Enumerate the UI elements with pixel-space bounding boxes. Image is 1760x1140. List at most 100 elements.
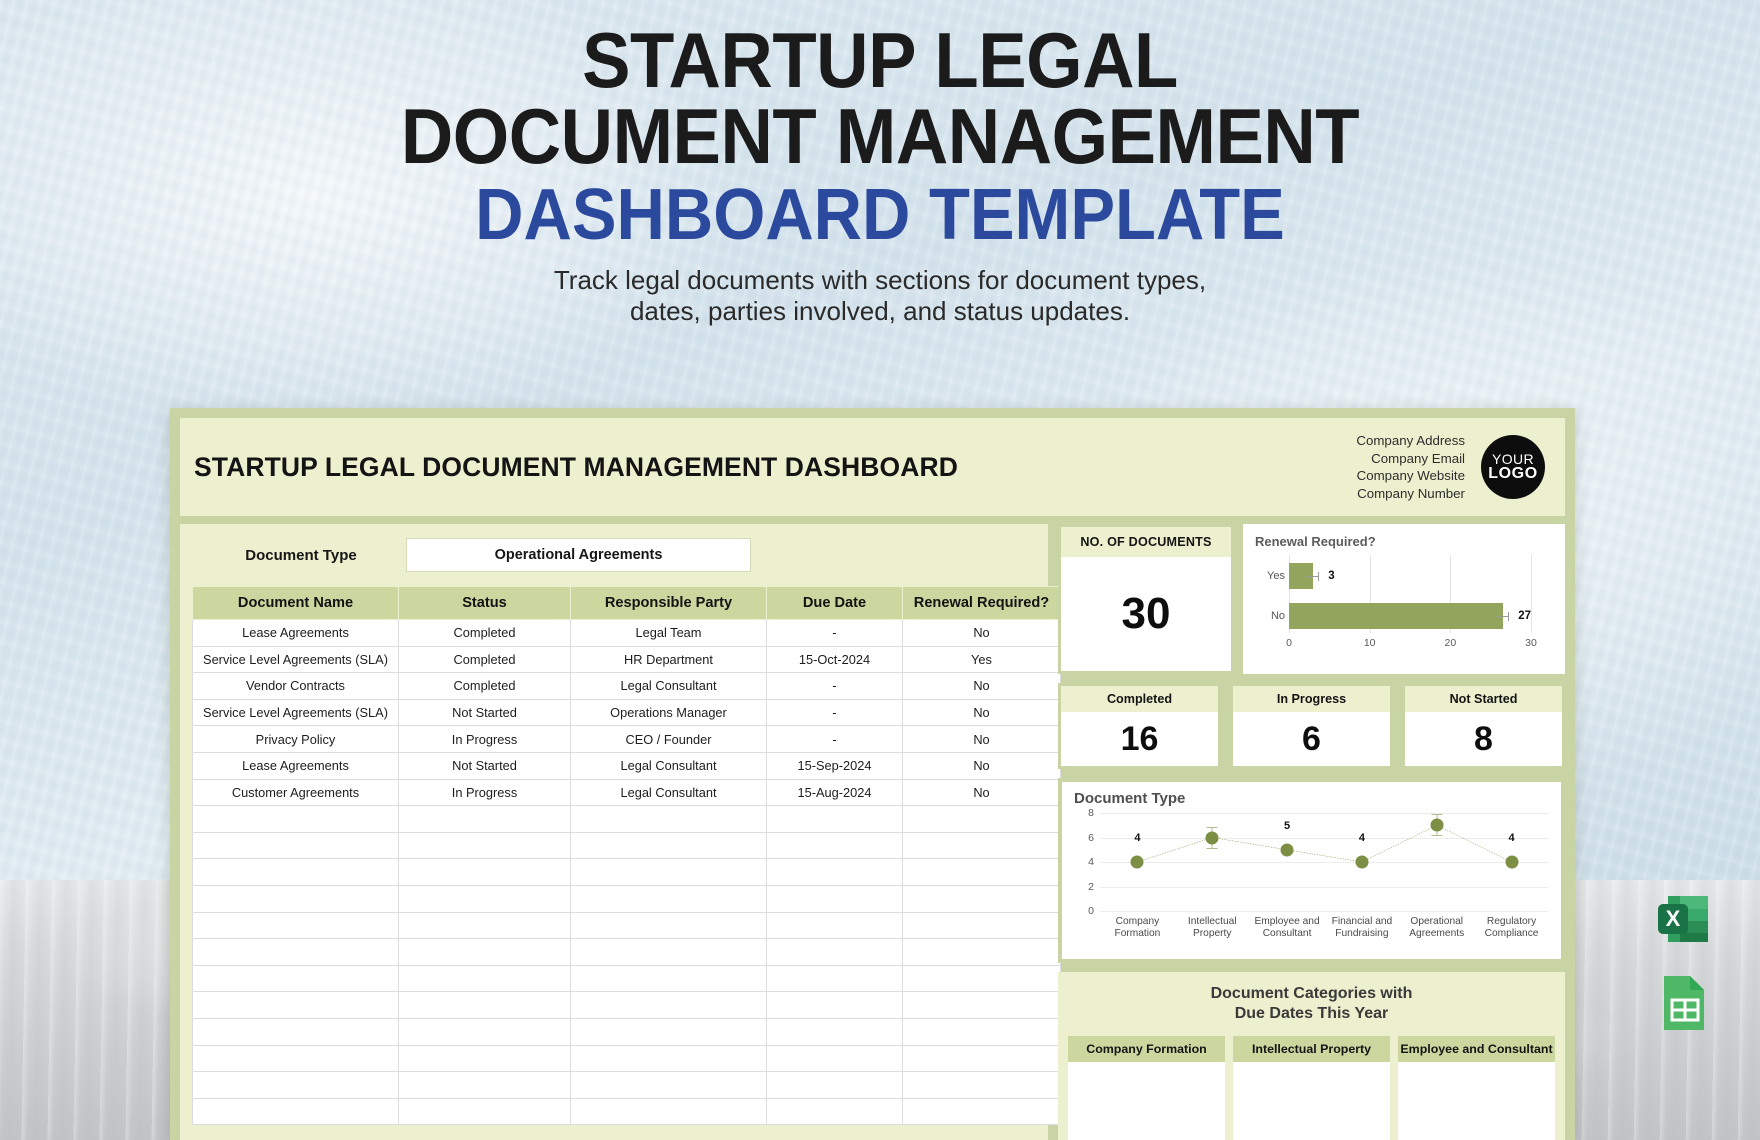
bar-ylabel: No	[1270, 610, 1285, 622]
categories-title-line2: Due Dates This Year	[1234, 1005, 1389, 1022]
documents-table: Document Name Status Responsible Party D…	[192, 586, 1061, 1126]
no-of-documents-card: NO. OF DOCUMENTS 30	[1058, 524, 1234, 674]
in-progress-card: In Progress 6	[1230, 683, 1393, 769]
poster-subtitle-line2: dates, parties involved, and status upda…	[629, 295, 1131, 326]
table-row-empty[interactable]	[192, 965, 1061, 993]
google-sheets-file-icon[interactable]	[1654, 972, 1716, 1034]
cell-due-date: -	[766, 672, 903, 700]
company-email: Company Email	[1371, 450, 1465, 466]
data-point-label: 4	[1134, 832, 1141, 844]
cell-empty	[398, 1098, 571, 1126]
not-started-label: Not Started	[1405, 686, 1562, 712]
cell-empty	[902, 832, 1061, 860]
table-row-empty[interactable]	[192, 885, 1061, 913]
bar-value-label: 3	[1328, 570, 1335, 582]
xtick-label: Financial and Fundraising	[1331, 916, 1393, 939]
cell-empty	[766, 991, 903, 1019]
table-row[interactable]: Service Level Agreements (SLA) Not Starte…	[192, 699, 1061, 727]
in-progress-value: 6	[1233, 712, 1390, 766]
cell-status: In Progress	[398, 725, 571, 753]
ytick-label: 0	[1088, 905, 1094, 917]
table-row-empty[interactable]	[192, 805, 1061, 833]
file-format-icons: X	[1654, 888, 1716, 1034]
completed-value: 16	[1061, 712, 1218, 766]
table-row-empty[interactable]	[192, 991, 1061, 1019]
category-header-employee-and-consultant: Employee and Consultant	[1398, 1036, 1555, 1062]
table-row[interactable]: Service Level Agreements (SLA) Completed H…	[192, 646, 1061, 674]
cell-empty	[570, 1018, 767, 1046]
document-type-chart-title: Document Type	[1074, 790, 1186, 807]
xtick-label: Intellectual Property	[1187, 916, 1237, 939]
table-row-empty[interactable]	[192, 1071, 1061, 1099]
table-header-due-date[interactable]: Due Date	[766, 586, 903, 620]
document-categories-title: Document Categories with Due Dates This …	[1068, 984, 1555, 1024]
document-categories-section: Document Categories with Due Dates This …	[1058, 972, 1565, 1140]
documents-panel: Document Type Operational Agreements Doc…	[180, 524, 1061, 1140]
cell-renewal-required: Yes	[902, 646, 1061, 674]
data-point	[1130, 855, 1144, 869]
table-row[interactable]: Vendor Contracts Completed Legal Consultan…	[192, 672, 1061, 700]
table-row[interactable]: Customer Agreements In Progress Legal Cons…	[192, 779, 1061, 807]
table-row[interactable]: Privacy Policy In Progress CEO / Founder - N…	[192, 725, 1061, 753]
table-row[interactable]: Lease Agreements Not Started Legal Consult…	[192, 752, 1061, 780]
cell-due-date: -	[766, 619, 903, 647]
table-header-renewal-required[interactable]: Renewal Required?	[902, 586, 1061, 620]
table-header-document-name[interactable]: Document Name	[192, 586, 399, 620]
table-header-status[interactable]: Status	[398, 586, 571, 620]
data-point-label: 4	[1508, 832, 1515, 844]
line-series-path	[1100, 813, 1549, 911]
cell-empty	[570, 991, 767, 1019]
cell-empty	[398, 1045, 571, 1073]
cell-empty	[398, 965, 571, 993]
excel-file-icon[interactable]: X	[1654, 888, 1716, 950]
cell-due-date: 15-Oct-2024	[766, 646, 903, 674]
table-row-empty[interactable]	[192, 912, 1061, 940]
category-column-intellectual-property: Intellectual Property	[1233, 1036, 1390, 1140]
cell-responsible-party: Legal Team	[570, 619, 767, 647]
cell-empty	[766, 938, 903, 966]
document-type-select[interactable]: Operational Agreements	[406, 538, 751, 572]
document-categories-columns: Company Formation Intellectual Property …	[1068, 1036, 1555, 1140]
cell-empty	[192, 805, 399, 833]
table-row-empty[interactable]	[192, 858, 1061, 886]
cell-empty	[766, 858, 903, 886]
ytick-label: 2	[1088, 880, 1094, 893]
cell-empty	[398, 912, 571, 940]
renewal-required-chart: Renewal Required? Yes 3 No 27 0 10 20 30	[1243, 524, 1565, 674]
category-body-employee-and-consultant	[1398, 1062, 1555, 1140]
cell-document-name: Service Level Agreements (SLA)	[192, 699, 399, 727]
table-row-empty[interactable]	[192, 1045, 1061, 1073]
renewal-chart-plot: Yes 3 No 27 0 10 20 30	[1267, 555, 1537, 649]
status-cards-row: Completed 16 In Progress 6 Not Started 8	[1058, 683, 1565, 769]
cell-due-date: -	[766, 699, 903, 727]
company-website: Company Website	[1356, 468, 1465, 483]
ytick-label: 6	[1088, 831, 1094, 844]
cell-empty	[570, 1071, 767, 1099]
table-row-empty[interactable]	[192, 832, 1061, 860]
documents-table-body: Lease Agreements Completed Legal Team - No Se…	[192, 619, 1061, 1126]
cell-empty	[766, 965, 903, 993]
cell-empty	[192, 965, 399, 993]
table-header-row: Document Name Status Responsible Party D…	[192, 586, 1061, 620]
not-started-card: Not Started 8	[1402, 683, 1565, 769]
table-row-empty[interactable]	[192, 938, 1061, 966]
cell-document-name: Customer Agreements	[192, 779, 399, 807]
poster-title-block: STARTUP LEGAL DOCUMENT MANAGEMENT DASHBO…	[0, 21, 1760, 326]
bar-ylabel: Yes	[1267, 570, 1285, 582]
dashboard-header: STARTUP LEGAL DOCUMENT MANAGEMENT DASHBO…	[180, 418, 1565, 516]
not-started-value: 8	[1405, 712, 1562, 766]
table-row[interactable]: Lease Agreements Completed Legal Team - No	[192, 619, 1061, 647]
table-header-responsible-party[interactable]: Responsible Party	[570, 586, 767, 620]
data-point	[1355, 855, 1369, 869]
data-point	[1280, 843, 1294, 857]
gridline	[1531, 555, 1532, 633]
cell-empty	[902, 912, 1061, 940]
renewal-chart-title: Renewal Required?	[1255, 534, 1376, 549]
category-body-intellectual-property	[1233, 1062, 1390, 1140]
cell-empty	[902, 991, 1061, 1019]
table-row-empty[interactable]	[192, 1018, 1061, 1046]
category-column-company-formation: Company Formation	[1068, 1036, 1225, 1140]
table-row-empty[interactable]	[192, 1098, 1061, 1126]
company-info-block: Company Address Company Email Company We…	[1356, 432, 1465, 502]
xtick-label: 10	[1363, 637, 1376, 649]
